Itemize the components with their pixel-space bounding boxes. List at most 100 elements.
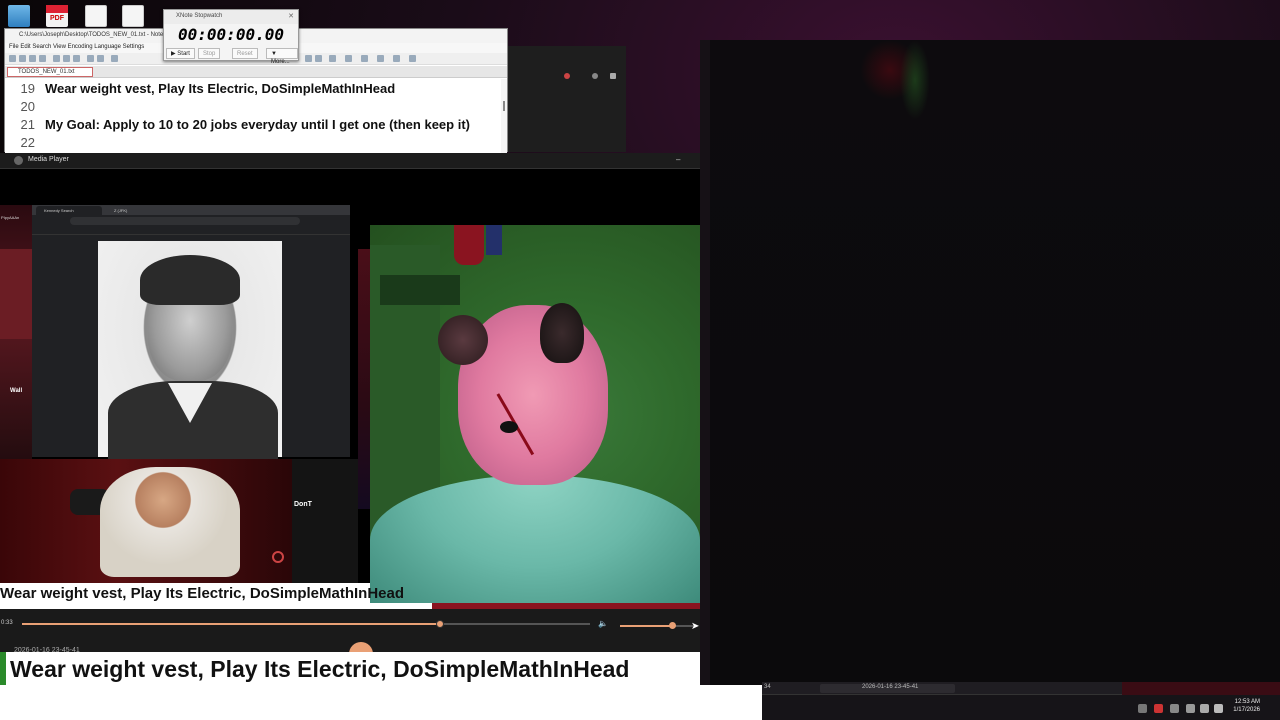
macro-save-icon[interactable] [393,55,400,62]
line-number: 19 [20,81,35,96]
recycle-bin-icon[interactable] [8,5,30,27]
new-file-icon[interactable] [9,55,16,62]
video-frame[interactable]: PIpyAAAn Wall Kennedy Search Z (JFK) Don… [0,169,700,609]
redo-icon[interactable] [97,55,104,62]
podcast-side-panel [292,459,358,583]
video-caption-text: Wear weight vest, Play Its Electric, DoS… [0,585,405,602]
editor-line: 22 [5,135,501,153]
caption-banner-text: Wear weight vest, Play Its Electric, DoS… [10,656,630,682]
app-settings-icon[interactable] [610,73,616,79]
webcam-shirt [370,475,700,603]
more-button[interactable]: ▼ More... [266,48,298,65]
embedded-url-field [70,217,300,225]
zoom-in-icon[interactable] [305,55,312,62]
webcam-hanging-item-red [454,225,484,265]
seek-bar-progress [22,623,443,625]
tab-todos[interactable]: TODOS_NEW_01.txt [7,67,93,77]
volume-thumb[interactable] [669,622,676,629]
seek-thumb[interactable] [436,620,444,628]
minimize-button[interactable]: – [676,155,680,164]
embedded-tabbar: Kennedy Search Z (JFK) [32,205,350,215]
pdf-file-icon[interactable]: PDF [46,5,68,27]
dog-ear-left-filter [438,315,488,365]
tray-app-icon[interactable] [1154,704,1163,713]
left-chip: PIpyAAAn [1,215,20,220]
editor-line: 20 [5,99,501,117]
start-button[interactable]: ▶ Start [166,48,195,59]
taskbar-number: 34 [764,684,771,690]
app-gear-icon[interactable] [592,73,598,79]
podcast-logo-icon [272,551,284,563]
tray-chevron-icon[interactable] [1138,704,1147,713]
text-file-icon-2[interactable] [122,5,144,27]
player-controls: 0:33 🔈 ➤ 2026-01-16 23-45-41 [0,609,700,666]
stopwatch-title: XNote Stopwatch [164,10,298,24]
wrap-icon[interactable] [329,55,336,62]
dog-nose-filter [500,421,518,433]
app-color-icon [564,73,570,79]
video-caption-bar: Wear weight vest, Play Its Electric, DoS… [0,583,404,603]
elapsed-time: 0:33 [1,620,13,626]
embedded-tab: Kennedy Search [36,206,102,215]
volume-icon[interactable]: 🔈 [598,619,608,628]
notepad-editor[interactable]: 19 Wear weight vest, Play Its Electric, … [5,79,507,153]
zoom-out-icon[interactable] [315,55,322,62]
taskbar-red-strip [1122,682,1280,695]
stopwatch-window[interactable]: XNote Stopwatch ✕ 00:00:00.00 ▶ Start St… [163,9,299,65]
media-player-titlebar[interactable]: Media Player – [0,153,700,169]
spellcheck-icon[interactable] [409,55,416,62]
media-player-title: Media Player [28,156,69,163]
cut-icon[interactable] [53,55,60,62]
close-icon[interactable]: ✕ [288,12,294,20]
portrait-photo [98,241,282,461]
macro-record-icon[interactable] [345,55,352,62]
save-all-icon[interactable] [39,55,46,62]
notepad-scrollbar[interactable] [501,79,507,153]
line-number: 20 [20,99,35,114]
video-left-thumbnail [0,249,32,339]
open-file-icon[interactable] [19,55,26,62]
undo-icon[interactable] [87,55,94,62]
notepad-tabbar: TODOS_NEW_01.txt [5,66,507,78]
dog-ear-right-filter [540,303,584,363]
stop-button[interactable]: Stop [198,48,221,59]
wifi-icon[interactable] [1200,704,1209,713]
white-overlay [0,685,762,720]
reset-button[interactable]: Reset [232,48,258,59]
background-light-green [900,40,930,120]
stopwatch-time: 00:00:00.00 [178,25,284,44]
stopwatch-controls: ▶ Start Stop Reset ▼ More... [164,47,298,65]
line-text: My Goal: Apply to 10 to 20 jobs everyday… [45,117,470,132]
media-player-logo-icon [14,156,23,165]
embedded-bookmarks-bar [32,227,350,235]
macro-stop-icon[interactable] [361,55,368,62]
video-middle-strip [358,249,370,509]
video-left-panel [0,205,32,485]
volume-level [620,625,672,627]
line-text: Wear weight vest, Play Its Electric, DoS… [45,81,396,96]
left-chip-2: Wall [10,388,23,394]
copy-icon[interactable] [63,55,70,62]
editor-line: 21 My Goal: Apply to 10 to 20 jobs every… [5,117,501,135]
embedded-browser: Kennedy Search Z (JFK) [32,205,350,461]
line-number: 21 [20,117,35,132]
text-file-icon[interactable] [85,5,107,27]
clock-date[interactable]: 1/17/2026 [1228,707,1260,713]
background-dark-window [700,40,1280,685]
macro-play-icon[interactable] [377,55,384,62]
speaker-icon[interactable] [1214,704,1223,713]
editor-line: 19 Wear weight vest, Play Its Electric, … [5,81,501,99]
portrait-hair [140,255,240,305]
embedded-tab-2: Z (JFK) [106,206,172,215]
save-icon[interactable] [29,55,36,62]
find-icon[interactable] [111,55,118,62]
podcast-thumbnail [0,459,292,583]
paste-icon[interactable] [73,55,80,62]
podcast-side-text: DonT [294,501,312,508]
tray-app-icon-3[interactable] [1186,704,1195,713]
clock-time[interactable]: 12:53 AM [1228,699,1260,705]
background-app-window[interactable] [508,46,626,152]
podcast-person [100,467,240,577]
tray-app-icon-2[interactable] [1170,704,1179,713]
embedded-address-bar [32,215,350,227]
